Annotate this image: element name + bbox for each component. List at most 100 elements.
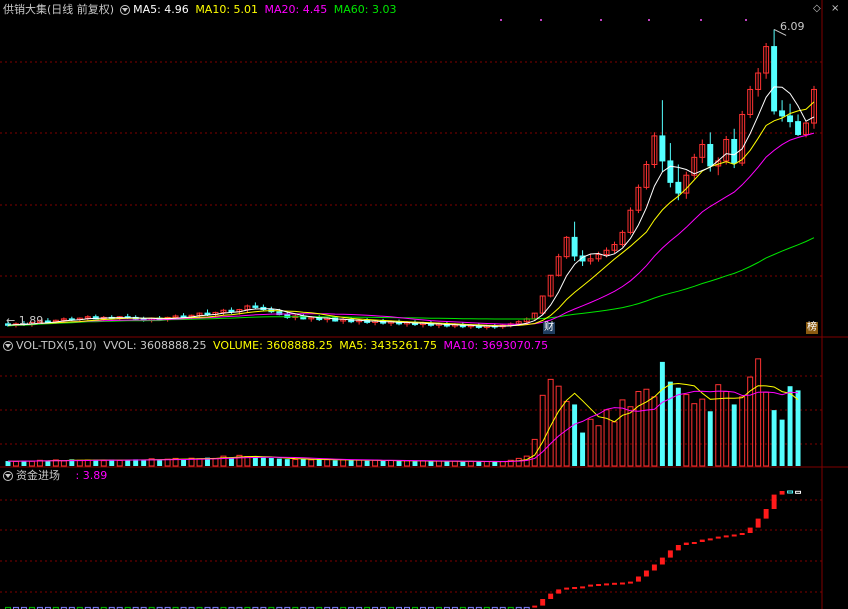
volume-bar xyxy=(388,459,395,467)
candle-body xyxy=(228,309,235,313)
fund-bar xyxy=(667,550,673,558)
volume-bar xyxy=(380,460,386,466)
volume-bar xyxy=(396,461,402,466)
volume-bar xyxy=(412,461,418,466)
volume-bar xyxy=(5,461,11,466)
fund-bar xyxy=(787,490,794,494)
volume-bar xyxy=(428,461,434,466)
fund-bar xyxy=(635,576,641,582)
volume-bar xyxy=(555,385,562,467)
fund-bar xyxy=(675,545,681,551)
fund-bar xyxy=(683,542,689,545)
indicator-menu-icon[interactable] xyxy=(120,5,131,15)
volume-bar xyxy=(595,425,602,467)
fund-value-label: : 3.89 xyxy=(75,469,108,482)
volume-bar xyxy=(181,459,187,466)
low-price-value: 1.89 xyxy=(18,314,44,327)
fund-bar xyxy=(532,605,538,608)
vvol-label: VVOL: 3608888.25 xyxy=(103,339,207,352)
volume-bar xyxy=(755,358,762,467)
volume-bar xyxy=(196,458,203,467)
volume-bar xyxy=(699,398,706,467)
fund-bar xyxy=(707,538,713,541)
candle-body xyxy=(731,138,738,164)
ma60-label: MA60: 3.03 xyxy=(333,3,397,16)
fund-bar xyxy=(779,491,785,495)
candle-body xyxy=(44,320,51,323)
fund-bar xyxy=(604,583,609,586)
volume-bar xyxy=(667,381,673,466)
fund-indicator-name[interactable]: 资金进场 xyxy=(16,469,60,482)
ma5-line xyxy=(7,86,815,327)
volume-bar xyxy=(476,461,482,466)
fund-bar xyxy=(739,533,745,535)
diamond-icon[interactable]: ◇ xyxy=(813,3,821,14)
volume-bar xyxy=(419,460,426,467)
volume-bar xyxy=(284,459,290,466)
volume-bar xyxy=(60,460,67,467)
fund-bar xyxy=(795,490,802,494)
event-marker xyxy=(648,19,650,21)
candle-body xyxy=(707,143,714,167)
fund-bar xyxy=(699,539,705,542)
vol-ma10-label: MA10: 3693070.75 xyxy=(443,339,549,352)
candle-body xyxy=(771,46,778,112)
volume-bar xyxy=(364,460,370,466)
stock-title[interactable]: 供销大集(日线 前复权) xyxy=(3,3,114,16)
ma20-line xyxy=(7,132,815,326)
volume-bar xyxy=(795,390,801,466)
fund-bar xyxy=(723,535,729,538)
volume-bar xyxy=(451,460,458,467)
candle-body xyxy=(659,135,666,162)
volume-bar xyxy=(779,419,785,466)
high-price-label: 6.09 xyxy=(780,20,805,33)
volume-bar xyxy=(125,459,131,466)
candle-body xyxy=(795,121,802,135)
ranking-tag[interactable]: 榜 xyxy=(806,322,818,334)
volume-bar xyxy=(268,458,274,466)
volume-bar xyxy=(141,460,147,466)
fund-bar xyxy=(715,536,721,539)
volume-bar xyxy=(300,458,306,466)
fund-bar xyxy=(620,582,625,585)
volume-bar xyxy=(276,458,282,466)
vol-menu-icon[interactable] xyxy=(3,341,13,351)
fund-menu-icon[interactable] xyxy=(3,471,13,481)
volume-bar xyxy=(356,459,363,467)
volume-label: VOLUME: 3608888.25 xyxy=(213,339,333,352)
volume-bar xyxy=(157,459,163,466)
ma5-label: MA5: 4.96 xyxy=(133,3,189,16)
volume-bar xyxy=(572,404,578,466)
volume-bar xyxy=(707,411,713,466)
volume-bar xyxy=(731,404,737,466)
volume-bar xyxy=(252,456,258,466)
volume-bar xyxy=(28,460,35,467)
fund-bar xyxy=(755,518,761,528)
candle-body xyxy=(667,160,674,183)
main-header: 供销大集(日线 前复权) MA5: 4.96 MA10: 5.01 MA20: 4… xyxy=(0,2,399,18)
volume-bar xyxy=(100,460,107,467)
candle-body xyxy=(252,305,259,308)
volume-bar xyxy=(435,460,442,467)
vol-header: VOL-TDX(5,10) VVOL: 3608888.25 VOLUME: 3… xyxy=(0,338,551,354)
ma60-line xyxy=(7,237,815,327)
finance-tag[interactable]: 财 xyxy=(543,322,555,334)
fund-bar xyxy=(763,509,769,519)
candle-body xyxy=(779,110,786,117)
volume-bar xyxy=(539,394,546,467)
fund-bar xyxy=(596,584,602,586)
fund-bar xyxy=(731,534,737,537)
fund-bar xyxy=(627,581,633,584)
volume-bar xyxy=(675,387,681,466)
volume-bar xyxy=(483,461,490,467)
volume-bar xyxy=(332,460,338,466)
volume-bar xyxy=(116,459,123,467)
close-icon[interactable]: × xyxy=(831,3,839,14)
volume-bar xyxy=(444,461,450,466)
volume-bar xyxy=(691,403,698,467)
fund-bar xyxy=(580,586,586,589)
volume-bar xyxy=(499,460,506,467)
volume-bar xyxy=(683,394,690,467)
vol-ma5-label: MA5: 3435261.75 xyxy=(339,339,437,352)
vol-indicator-name[interactable]: VOL-TDX(5,10) xyxy=(16,339,97,352)
